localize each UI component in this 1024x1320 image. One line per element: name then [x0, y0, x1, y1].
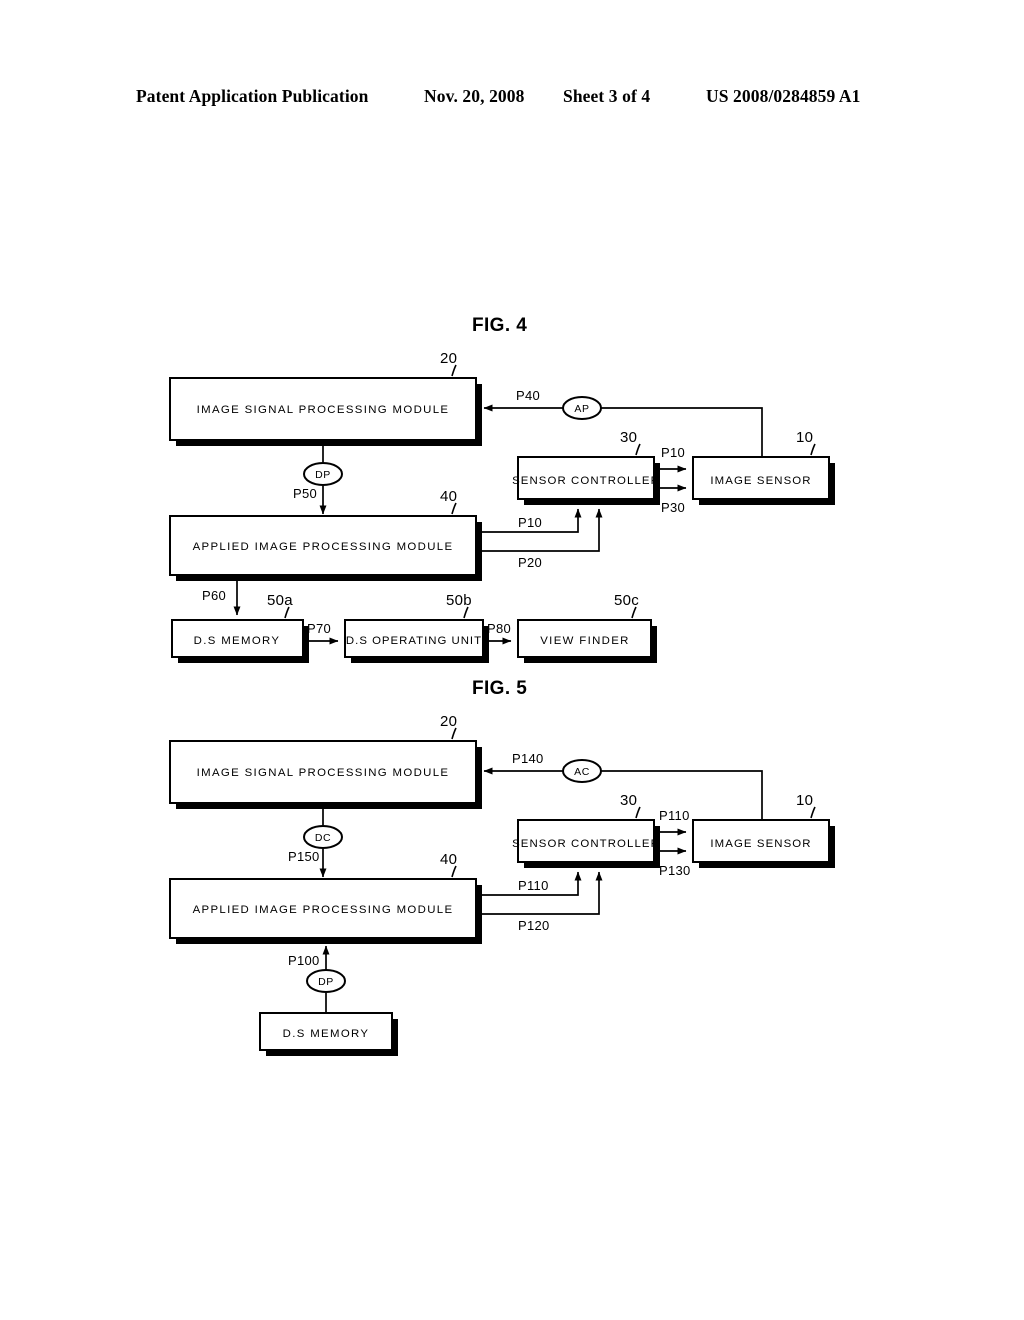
signal-label-p20: P20 [518, 555, 542, 570]
block-image-signal-processing-module: IMAGE SIGNAL PROCESSING MODULE [169, 740, 482, 809]
signal-label-p10-upper: P10 [661, 445, 685, 460]
block-label: IMAGE SIGNAL PROCESSING MODULE [197, 404, 450, 416]
node-ap: AP [562, 396, 602, 420]
block-image-sensor: IMAGE SENSOR [692, 819, 835, 868]
signal-label-p120: P120 [518, 918, 550, 933]
block-label: SENSOR CONTROLLER [512, 475, 660, 487]
node-label: DC [315, 832, 331, 844]
reference-numeral-40: 40 [440, 488, 457, 505]
block-view-finder: VIEW FINDER [517, 619, 657, 663]
block-ds-memory: D.S MEMORY [259, 1012, 398, 1056]
block-label: D.S MEMORY [283, 1028, 370, 1040]
reference-numeral-20: 20 [440, 350, 457, 367]
reference-numeral-10: 10 [796, 429, 813, 446]
block-sensor-controller: SENSOR CONTROLLER [512, 456, 660, 505]
signal-label-p100: P100 [288, 953, 320, 968]
reference-numeral-10: 10 [796, 792, 813, 809]
node-label: DP [315, 469, 331, 481]
block-sensor-controller: SENSOR CONTROLLER [512, 819, 660, 868]
block-ds-operating-unit: D.S OPERATING UNIT [344, 619, 489, 663]
signal-label-p110-upper: P110 [659, 808, 690, 823]
header-sheet-number: Sheet 3 of 4 [563, 86, 651, 106]
node-dc: DC [303, 825, 343, 849]
block-label: IMAGE SENSOR [710, 475, 811, 487]
reference-numeral-50c: 50c [614, 592, 639, 609]
node-dp: DP [306, 969, 346, 993]
reference-numeral-50b: 50b [446, 592, 472, 609]
block-label: VIEW FINDER [540, 635, 630, 647]
node-label: AP [574, 403, 589, 415]
signal-label-p130: P130 [659, 863, 691, 878]
block-label: D.S MEMORY [194, 635, 281, 647]
reference-numeral-50a: 50a [267, 592, 293, 609]
block-label: APPLIED IMAGE PROCESSING MODULE [193, 904, 454, 916]
block-label: D.S OPERATING UNIT [346, 635, 482, 647]
signal-label-p80: P80 [487, 621, 511, 636]
block-applied-image-processing-module: APPLIED IMAGE PROCESSING MODULE [169, 515, 482, 581]
signal-label-p150: P150 [288, 849, 320, 864]
reference-numeral-20: 20 [440, 713, 457, 730]
figure-5-diagram: IMAGE SIGNAL PROCESSING MODULE 20 APPLIE… [169, 713, 835, 1056]
signal-label-p30: P30 [661, 500, 685, 515]
figure-4-diagram: IMAGE SIGNAL PROCESSING MODULE 20 APPLIE… [169, 350, 835, 663]
block-label: APPLIED IMAGE PROCESSING MODULE [193, 541, 454, 553]
node-dp: DP [303, 462, 343, 486]
reference-numeral-30: 30 [620, 429, 637, 446]
header-document-number: US 2008/0284859 A1 [706, 86, 861, 106]
block-applied-image-processing-module: APPLIED IMAGE PROCESSING MODULE [169, 878, 482, 944]
reference-numeral-40: 40 [440, 851, 457, 868]
header-publication-title: Patent Application Publication [136, 86, 369, 106]
signal-label-p60: P60 [202, 588, 226, 603]
signal-label-p10-lower: P10 [518, 515, 542, 530]
block-label: IMAGE SENSOR [710, 838, 811, 850]
signal-label-p110-lower: P110 [518, 878, 549, 893]
node-label: AC [574, 766, 590, 778]
reference-numeral-30: 30 [620, 792, 637, 809]
node-ac: AC [562, 759, 602, 783]
header-date: Nov. 20, 2008 [424, 86, 525, 106]
page-header: Patent Application Publication Nov. 20, … [0, 86, 1024, 112]
block-ds-memory: D.S MEMORY [171, 619, 309, 663]
block-image-sensor: IMAGE SENSOR [692, 456, 835, 505]
signal-label-p50: P50 [293, 486, 317, 501]
signal-label-p70: P70 [307, 621, 331, 636]
figure-5-title: FIG. 5 [472, 678, 528, 699]
block-image-signal-processing-module: IMAGE SIGNAL PROCESSING MODULE [169, 377, 482, 446]
signal-label-p40: P40 [516, 388, 540, 403]
block-label: IMAGE SIGNAL PROCESSING MODULE [197, 767, 450, 779]
figure-4-title: FIG. 4 [472, 315, 528, 336]
signal-label-p140: P140 [512, 751, 544, 766]
block-label: SENSOR CONTROLLER [512, 838, 660, 850]
node-label: DP [318, 976, 334, 988]
